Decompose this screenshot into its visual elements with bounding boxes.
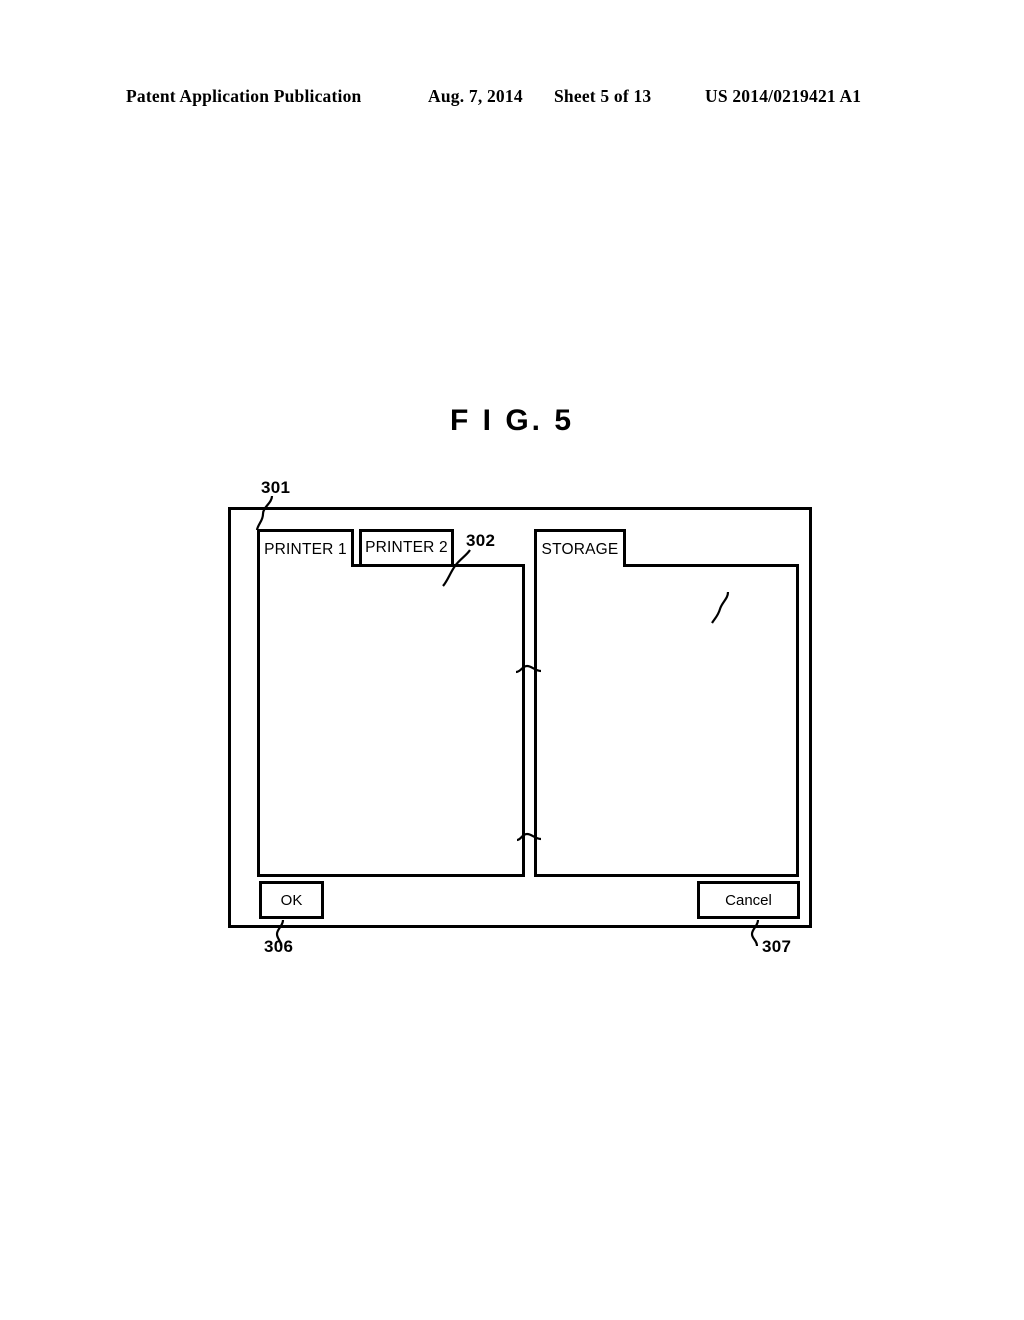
reference-numeral-302: 302 [466,531,496,550]
figure-drawing: PRINTER 1 PRINTER 2 STORAGE PIXEL PITCH … [0,0,1024,1320]
cancel-button-label: Cancel [725,891,772,909]
printer-settings-panel [257,564,525,877]
tab-printer-1[interactable]: PRINTER 1 [257,529,354,567]
tab-printer-2[interactable]: PRINTER 2 [359,529,454,567]
ok-button-label: OK [280,891,303,909]
reference-numeral-306: 306 [264,937,294,956]
tab-storage-label: STORAGE [541,540,619,558]
tab-printer-2-label: PRINTER 2 [365,539,448,556]
reference-numeral-307: 307 [762,937,792,956]
reference-numeral-301: 301 [261,478,291,497]
tab-storage[interactable]: STORAGE [534,529,626,567]
cancel-button[interactable]: Cancel [697,881,800,919]
storage-settings-panel [534,564,799,877]
ok-button[interactable]: OK [259,881,324,919]
tab-printer-1-label: PRINTER 1 [264,540,347,558]
